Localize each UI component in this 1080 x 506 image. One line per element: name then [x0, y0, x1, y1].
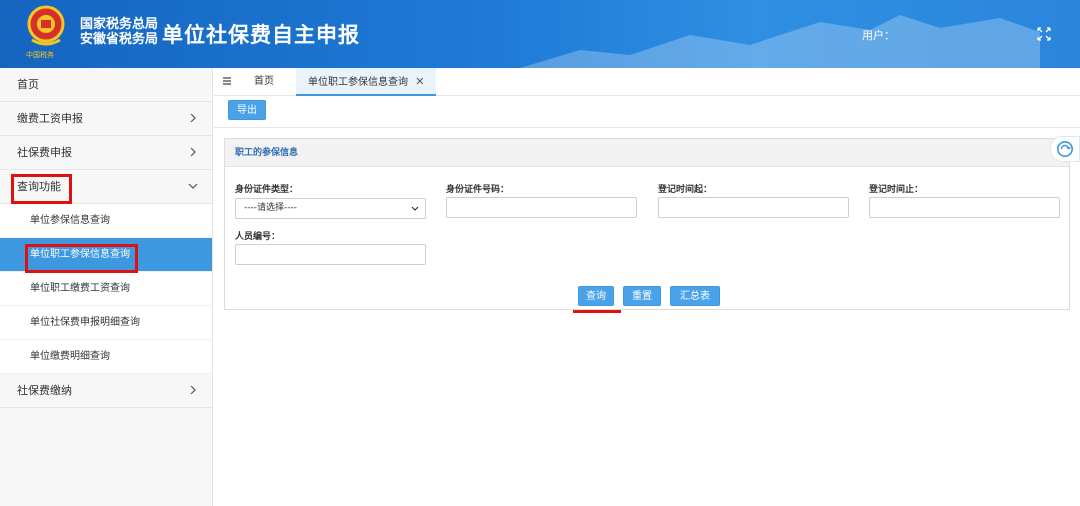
submenu-item-employee-insurance-query[interactable]: 单位职工参保信息查询	[0, 238, 212, 272]
reg-start-label: 登记时间起：	[658, 185, 713, 195]
reg-start-input[interactable]	[658, 197, 849, 218]
person-number-input[interactable]	[235, 244, 426, 265]
tab-label: 单位职工参保信息查询	[308, 77, 408, 88]
sidebar-item-home[interactable]: 首页	[0, 68, 212, 102]
close-icon[interactable]: ✕	[415, 68, 424, 96]
summary-button[interactable]: 汇总表	[670, 286, 720, 306]
select-value: ----请选择----	[244, 203, 297, 213]
submenu-item-payment-detail-query[interactable]: 单位缴费明细查询	[0, 340, 212, 374]
chevron-down-icon	[411, 206, 419, 211]
great-wall-background	[520, 15, 1040, 68]
submenu-item-label: 单位社保费申报明细查询	[30, 317, 140, 328]
tab-label: 首页	[254, 76, 274, 87]
assistant-refresh-icon	[1056, 140, 1074, 158]
chevron-right-icon	[190, 113, 196, 123]
app-title: 单位社保费自主申报	[162, 23, 360, 47]
reset-button[interactable]: 重置	[623, 286, 661, 306]
fullscreen-expand-icon[interactable]	[1036, 26, 1052, 42]
submenu-item-label: 单位职工参保信息查询	[30, 249, 130, 260]
id-number-input[interactable]	[446, 197, 637, 218]
id-type-label: 身份证件类型：	[235, 185, 299, 195]
submenu-item-unit-insurance-query[interactable]: 单位参保信息查询	[0, 204, 212, 238]
submenu-item-employee-wage-query[interactable]: 单位职工缴费工资查询	[0, 272, 212, 306]
reg-end-input[interactable]	[869, 197, 1060, 218]
submenu-item-label: 单位缴费明细查询	[30, 351, 110, 362]
org-name-line1: 国家税务总局	[80, 17, 159, 32]
chevron-down-icon	[188, 183, 198, 189]
id-type-select[interactable]: ----请选择----	[235, 198, 426, 219]
id-number-label: 身份证件号码：	[446, 185, 510, 195]
sidebar-item-query-functions[interactable]: 查询功能	[0, 170, 212, 204]
submenu-item-label: 单位职工缴费工资查询	[30, 283, 130, 294]
export-button[interactable]: 导出	[228, 100, 266, 120]
tab-bar: 首页 单位职工参保信息查询 ✕	[214, 68, 1080, 96]
user-label: 用户：	[862, 29, 895, 42]
submenu-item-label: 单位参保信息查询	[30, 215, 110, 226]
sidebar-item-label: 社保费申报	[17, 146, 72, 159]
chevron-right-icon	[190, 385, 196, 395]
floating-assistant-widget[interactable]	[1050, 136, 1080, 162]
sidebar-item-social-insurance-payment[interactable]: 社保费缴纳	[0, 374, 212, 408]
sidebar-item-social-insurance-declaration[interactable]: 社保费申报	[0, 136, 212, 170]
panel-title: 职工的参保信息	[225, 139, 1069, 167]
person-number-label: 人员编号：	[235, 232, 281, 242]
tab-home[interactable]: 首页	[242, 68, 286, 96]
menu-toggle-icon[interactable]	[222, 76, 232, 86]
reg-end-label: 登记时间止：	[869, 185, 924, 195]
tab-employee-insurance-query[interactable]: 单位职工参保信息查询 ✕	[296, 68, 437, 96]
sidebar-item-label: 社保费缴纳	[17, 384, 72, 397]
app-header: 中国税务 国家税务总局 安徽省税务局 单位社保费自主申报 用户：	[0, 0, 1080, 68]
org-name-line2: 安徽省税务局	[80, 32, 159, 47]
tax-bureau-name: 国家税务总局 安徽省税务局	[80, 17, 160, 47]
query-button[interactable]: 查询	[578, 286, 614, 306]
sidebar-nav: 首页 缴费工资申报 社保费申报 查询功能 单位参保信息查询 单位职工参保信息查询…	[0, 68, 213, 506]
chevron-right-icon	[190, 147, 196, 157]
sidebar-item-wage-declaration[interactable]: 缴费工资申报	[0, 102, 212, 136]
sidebar-item-label: 首页	[17, 78, 39, 91]
submenu-item-declaration-detail-query[interactable]: 单位社保费申报明细查询	[0, 306, 212, 340]
employee-insurance-query-panel: 职工的参保信息 身份证件类型： ----请选择---- 身份证件号码： 登记时间…	[224, 138, 1070, 310]
sidebar-item-label: 缴费工资申报	[17, 112, 83, 125]
toolbar: 导出	[214, 96, 1080, 128]
logo-caption: 中国税务	[26, 51, 54, 59]
sidebar-item-label: 查询功能	[17, 180, 61, 193]
